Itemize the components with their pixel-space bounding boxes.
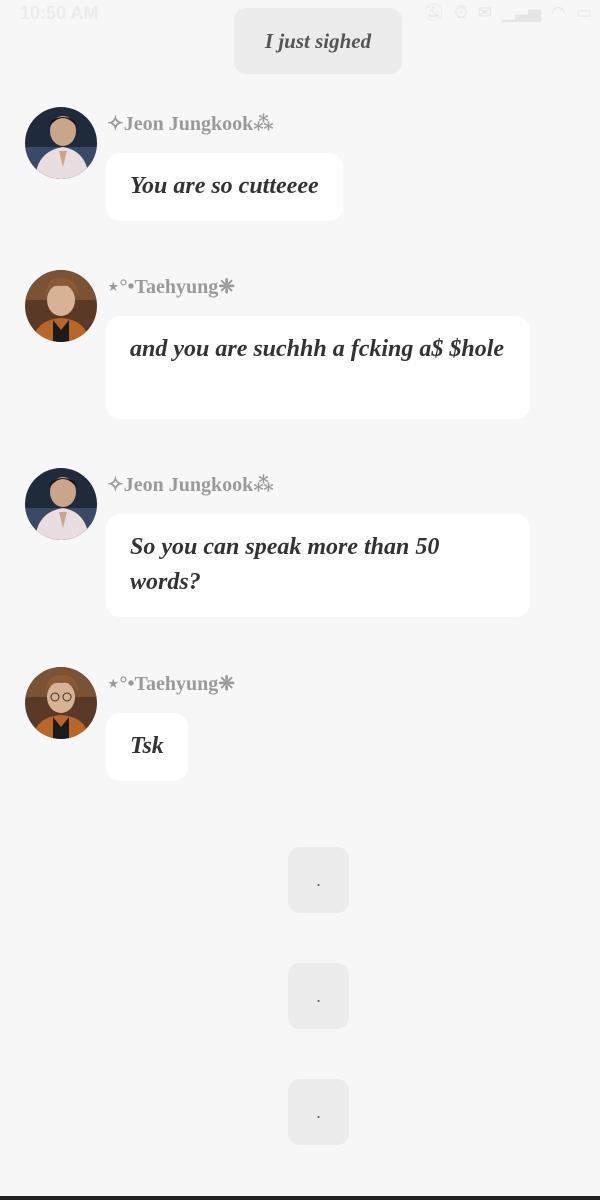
message-bubble[interactable]: So you can speak more than 50 words?: [106, 514, 530, 617]
message-bubble[interactable]: and you are suchhh a fcking a$ $hole: [106, 316, 530, 419]
mail-icon: ✉︎: [477, 3, 492, 23]
bottom-divider: [0, 1196, 600, 1200]
avatar[interactable]: [25, 107, 97, 179]
sender-name: ✧Jeon Jungkook⁂: [107, 474, 274, 496]
jungkook-avatar-icon: [25, 468, 97, 540]
avatar[interactable]: [25, 667, 97, 739]
avatar[interactable]: [25, 270, 97, 342]
status-icons: 🔕︎ ⏰︎ ✉︎ ▁▃▅ ◠ ▭: [423, 3, 592, 23]
avatar[interactable]: [25, 468, 97, 540]
alarm-icon: ⏰︎: [454, 3, 468, 23]
taehyung-avatar-icon: [25, 667, 97, 739]
system-message: I just sighed: [234, 8, 402, 74]
wifi-icon: ◠: [551, 3, 566, 23]
message-bubble[interactable]: Tsk: [106, 713, 188, 781]
signal-icon: ▁▃▅: [501, 3, 542, 23]
system-message-dot: .: [288, 847, 349, 913]
sender-name: ✧Jeon Jungkook⁂: [107, 113, 274, 135]
system-message-dot: .: [288, 963, 349, 1029]
status-time: 10:50 AM: [20, 3, 99, 23]
taehyung-avatar-icon: [25, 270, 97, 342]
sender-name: ⋆°•Taehyung❈: [107, 673, 236, 695]
battery-icon: ▭: [575, 3, 592, 23]
sender-name: ⋆°•Taehyung❈: [107, 276, 236, 298]
silent-icon: 🔕︎: [422, 3, 445, 23]
message-bubble[interactable]: You are so cutteeee: [106, 153, 343, 221]
jungkook-avatar-icon: [25, 107, 97, 179]
system-message-dot: .: [288, 1079, 349, 1145]
